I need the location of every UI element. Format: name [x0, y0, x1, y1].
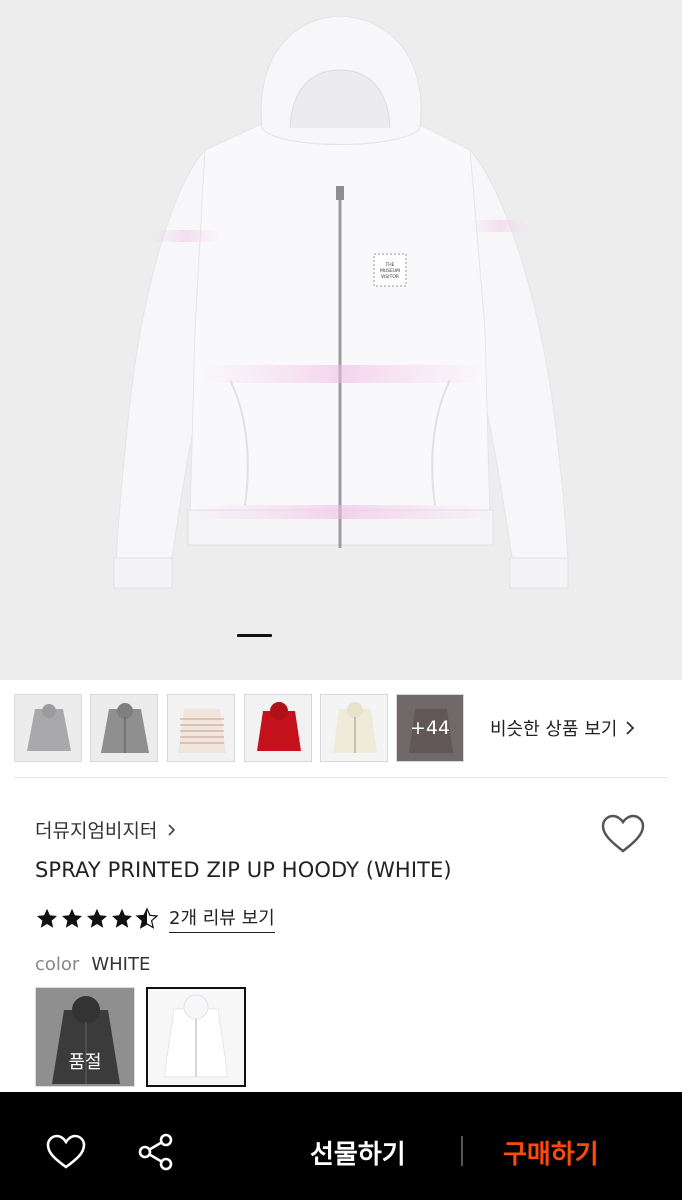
red-hoodie-icon — [245, 695, 311, 761]
gift-button[interactable]: 선물하기 — [310, 1134, 406, 1171]
divider — [14, 777, 668, 778]
thumbnail-1[interactable] — [14, 694, 82, 762]
star-full-icon — [62, 908, 82, 928]
white-hoodie-icon — [148, 989, 244, 1085]
star-full-icon — [87, 908, 107, 928]
product-name: SPRAY PRINTED ZIP UP HOODY (WHITE) — [35, 858, 452, 882]
star-full-icon — [37, 908, 57, 928]
chevron-right-icon — [626, 721, 635, 735]
gray-hoodie-icon — [15, 695, 81, 761]
image-page-indicator — [0, 634, 682, 638]
bottom-bar-separator — [461, 1136, 463, 1166]
review-link[interactable]: 2개 리뷰 보기 — [169, 904, 275, 933]
cream-zip-hoodie-icon — [321, 695, 387, 761]
color-swatch-white[interactable] — [146, 987, 246, 1087]
thumbnail-2[interactable] — [90, 694, 158, 762]
thumbnail-5[interactable] — [320, 694, 388, 762]
rating-row: 2개 리뷰 보기 — [35, 904, 275, 933]
more-count: +44 — [397, 695, 463, 761]
product-hero-image[interactable]: THE MUSEUM VISITOR — [0, 0, 682, 680]
patch-text-3: VISITOR — [381, 274, 399, 280]
color-label: color — [35, 954, 80, 975]
heart-icon[interactable] — [600, 813, 646, 855]
star-half-icon — [135, 906, 159, 929]
striped-hoodie-icon — [168, 695, 234, 761]
star-full-icon — [112, 908, 132, 928]
brand-link[interactable]: 더뮤지엄비지터 — [35, 816, 176, 843]
thumbnail-3[interactable] — [167, 694, 235, 762]
brand-name: 더뮤지엄비지터 — [35, 820, 158, 842]
color-value: WHITE — [91, 954, 151, 975]
heart-icon[interactable] — [46, 1134, 86, 1170]
color-row: color WHITE — [35, 954, 150, 975]
similar-products-label: 비슷한 상품 보기 — [490, 719, 618, 740]
rating-stars — [35, 906, 159, 931]
page-indicator-active — [237, 634, 272, 637]
buy-button[interactable]: 구매하기 — [503, 1134, 599, 1171]
color-swatch-black[interactable]: 품절 — [35, 987, 135, 1087]
thumbnail-4[interactable] — [244, 694, 312, 762]
patch-text-2: MUSEUM — [380, 268, 400, 274]
charcoal-zip-hoodie-icon — [91, 695, 157, 761]
similar-products-link[interactable]: 비슷한 상품 보기 — [490, 715, 635, 741]
sold-out-badge: 품절 — [68, 1052, 102, 1073]
share-icon[interactable] — [136, 1132, 176, 1172]
chevron-right-icon — [168, 823, 176, 836]
patch-text-1: THE — [385, 262, 395, 268]
thumbnail-more[interactable]: +44 — [396, 694, 464, 762]
hoodie-illustration: THE MUSEUM VISITOR — [113, 15, 569, 589]
